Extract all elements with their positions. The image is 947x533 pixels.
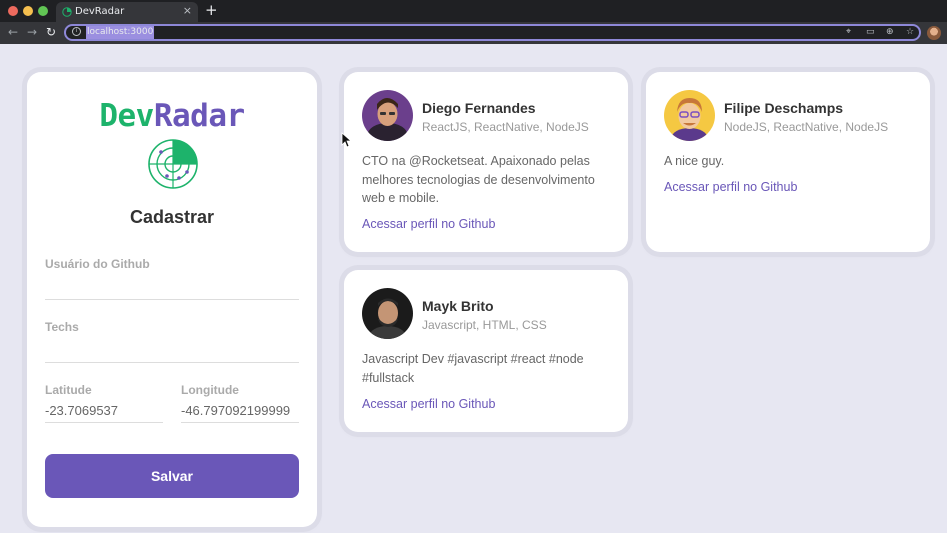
dev-name: Filipe Deschamps (724, 100, 844, 116)
github-profile-link[interactable]: Acessar perfil no Github (362, 397, 495, 411)
maximize-window-button[interactable] (38, 6, 48, 16)
dev-techs: NodeJS, ReactNative, NodeJS (724, 120, 889, 134)
browser-tab[interactable]: DevRadar × (56, 2, 198, 22)
address-bar[interactable]: i localhost:3000 ⌖ ▭ ⊕ ☆ (64, 24, 921, 41)
github-username-label: Usuário do Github (45, 257, 150, 271)
save-button[interactable]: Salvar (45, 454, 299, 498)
site-info-icon[interactable]: i (72, 27, 81, 36)
dev-techs: Javascript, HTML, CSS (422, 318, 547, 332)
browser-toolbar: ← → ↻ i localhost:3000 ⌖ ▭ ⊕ ☆ (0, 22, 947, 44)
close-window-button[interactable] (8, 6, 18, 16)
dev-name: Mayk Brito (422, 298, 494, 314)
dev-bio: Javascript Dev #javascript #react #node … (362, 352, 584, 385)
dev-card: Mayk Brito Javascript, HTML, CSS Javascr… (344, 270, 628, 432)
url-text[interactable]: localhost:3000 (86, 26, 155, 39)
avatar (362, 90, 413, 141)
new-tab-button[interactable]: + (205, 2, 218, 18)
dev-card: Filipe Deschamps NodeJS, ReactNative, No… (646, 72, 930, 252)
latitude-label: Latitude (45, 383, 92, 397)
dev-bio: A nice guy. (664, 154, 725, 168)
zoom-icon[interactable]: ⊕ (886, 26, 894, 39)
longitude-input[interactable] (181, 399, 299, 423)
devradar-favicon-icon (62, 7, 72, 17)
minimize-window-button[interactable] (23, 6, 33, 16)
back-button[interactable]: ← (8, 25, 18, 39)
logo-radar-text: Radar (153, 98, 245, 134)
dev-techs: ReactJS, ReactNative, NodeJS (422, 120, 589, 134)
dev-name: Diego Fernandes (422, 100, 536, 116)
dev-bio: CTO na @Rocketseat. Apaixonado pelas mel… (362, 154, 595, 205)
star-icon[interactable]: ☆ (906, 26, 914, 39)
devradar-logo: DevRadar (27, 98, 317, 134)
browser-tab-bar: DevRadar × + (0, 0, 947, 22)
github-profile-link[interactable]: Acessar perfil no Github (664, 180, 797, 194)
radar-icon (148, 139, 198, 189)
profile-avatar[interactable] (927, 26, 941, 40)
dev-card: Diego Fernandes ReactJS, ReactNative, No… (344, 72, 628, 252)
techs-label: Techs (45, 320, 79, 334)
techs-input[interactable] (45, 339, 299, 363)
form-title: Cadastrar (129, 207, 215, 227)
location-icon[interactable]: ⌖ (846, 26, 851, 39)
avatar (664, 90, 715, 141)
register-form-card: DevRadar Cadastrar Usuário do Github Tec… (27, 72, 317, 527)
cast-icon[interactable]: ▭ (866, 26, 875, 39)
tab-close-icon[interactable]: × (183, 5, 192, 17)
latitude-input[interactable] (45, 399, 163, 423)
forward-button[interactable]: → (27, 25, 37, 39)
mouse-cursor-icon (341, 132, 351, 148)
github-profile-link[interactable]: Acessar perfil no Github (362, 217, 495, 231)
reload-button[interactable]: ↻ (46, 25, 56, 39)
tab-title: DevRadar (75, 6, 125, 17)
longitude-label: Longitude (181, 383, 239, 397)
github-username-input[interactable] (45, 276, 299, 300)
logo-dev-text: Dev (99, 98, 154, 134)
avatar (362, 288, 413, 339)
